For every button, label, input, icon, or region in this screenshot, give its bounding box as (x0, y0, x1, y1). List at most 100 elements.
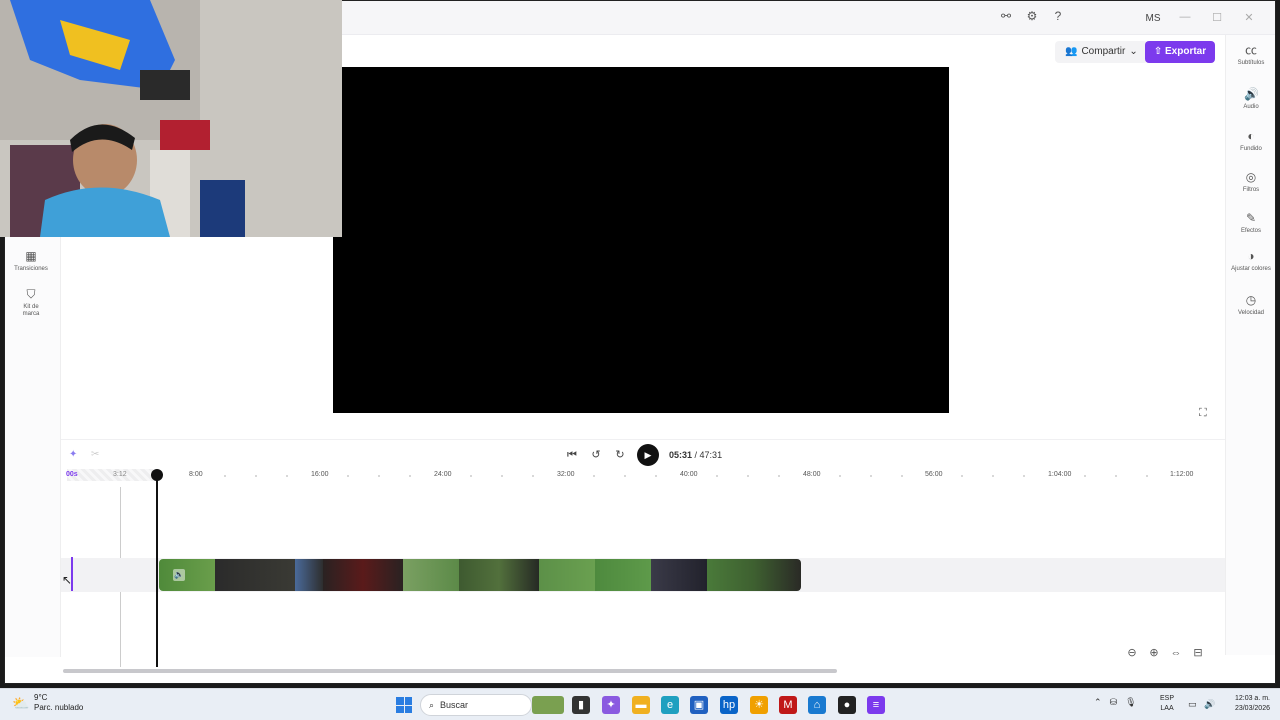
app-icon[interactable]: ☀ (750, 696, 768, 714)
edge-icon[interactable]: e (661, 696, 679, 714)
upload-icon: ⇧ (1153, 46, 1166, 57)
ruler-tick: 56:00 (925, 471, 943, 478)
clip-thumbnail (595, 559, 651, 591)
windows-taskbar: ⛅ 9°C Parc. nublado ⌕ Buscar ▮ ✦ ▬ e ▣ h… (0, 688, 1280, 720)
language-indicator[interactable]: ESP LAA (1160, 694, 1174, 714)
timeline-ruler[interactable]: 00s 3:12 8:00 16:00 24:00 32:00 40:00 48… (61, 467, 1225, 483)
maximize-icon[interactable]: ☐ (1201, 11, 1233, 24)
clip-thumbnail (707, 559, 801, 591)
fullscreen-icon[interactable]: ⛶ (1199, 407, 1211, 419)
fit-timeline-icon[interactable]: ⇔ (1169, 646, 1183, 660)
video-preview[interactable] (333, 67, 949, 413)
clip-thumbnail (215, 559, 295, 591)
share-link-icon[interactable]: ⚯ (999, 9, 1013, 23)
zoom-in-icon[interactable]: ⊕ (1147, 646, 1161, 660)
volume-icon[interactable]: 🔊 (1204, 699, 1215, 710)
share-button[interactable]: 👥 Compartir ⌄ (1055, 41, 1148, 63)
mouse-cursor-icon: ↖ (62, 573, 73, 587)
ruler-tick: 24:00 (434, 471, 452, 478)
clipchamp-icon[interactable]: ≡ (867, 696, 885, 714)
sidebar-item-brand-kit[interactable]: ⛉ Kit de marca (5, 287, 57, 318)
ruler-dot (778, 475, 780, 477)
ruler-dot (532, 475, 534, 477)
filters-icon: ◎ (1245, 170, 1257, 184)
ruler-tick: 00s (66, 471, 78, 478)
clip-audio-icon[interactable]: 🔈 (173, 569, 185, 581)
microphone-icon[interactable]: 🎙 (1125, 697, 1136, 708)
minimize-icon[interactable]: — (1169, 11, 1201, 24)
avatar[interactable]: MS (1141, 9, 1165, 29)
app-icon[interactable]: ⌂ (808, 696, 826, 714)
ruler-dot (1146, 475, 1148, 477)
clip-thumbnail (159, 559, 215, 591)
timeline-scrollbar[interactable] (63, 669, 837, 673)
ruler-dot (593, 475, 595, 477)
taskbar-search[interactable]: ⌕ Buscar (420, 694, 532, 716)
ruler-dot (224, 475, 226, 477)
hp-icon[interactable]: hp (720, 696, 738, 714)
split-icon[interactable]: ✂ (91, 449, 99, 460)
clip-thumbnail (295, 559, 323, 591)
ruler-dot (255, 475, 257, 477)
divider (61, 439, 1225, 440)
help-icon[interactable]: ? (1051, 9, 1065, 23)
ruler-tick: 1:12:00 (1170, 471, 1194, 478)
playhead[interactable] (156, 477, 158, 667)
file-explorer-icon[interactable]: ▬ (632, 696, 650, 714)
ruler-tick: 48:00 (803, 471, 821, 478)
ruler-tick: 40:00 (680, 471, 698, 478)
gear-icon[interactable]: ⚙ (1025, 9, 1039, 23)
sidebar-item-transitions[interactable]: ▦ Transiciones (5, 249, 57, 273)
clip-thumbnail (539, 559, 595, 591)
weather-temp: 9°C (34, 693, 48, 702)
zoom-out-icon[interactable]: ⊖ (1125, 646, 1139, 660)
speaker-icon: 🔊 (1244, 87, 1259, 101)
ruler-dot (655, 475, 657, 477)
ruler-dot (961, 475, 963, 477)
webcam-overlay (0, 0, 342, 237)
network-icon[interactable]: ⛁ (1110, 697, 1118, 708)
ruler-dot (624, 475, 626, 477)
magic-icon[interactable]: ✦ (69, 449, 77, 460)
right-item-speed[interactable]: ◷ Velocidad (1226, 293, 1275, 317)
search-icon: ⌕ (429, 699, 435, 710)
ruler-dot (901, 475, 903, 477)
time-display: 05:31 / 47:31 (669, 450, 723, 460)
right-item-effects[interactable]: ✎ Efectos (1226, 211, 1275, 235)
widget-thumbnail-icon[interactable] (532, 696, 564, 714)
clip-thumbnail (459, 559, 539, 591)
copilot-icon[interactable]: ✦ (602, 696, 620, 714)
playhead-handle[interactable] (151, 469, 163, 481)
right-item-captions[interactable]: ㏄ Subtítulos (1226, 43, 1275, 67)
right-item-color-adjust[interactable]: ◑ Ajustar colores (1226, 249, 1275, 273)
weather-widget[interactable]: ⛅ 9°C Parc. nublado (12, 693, 83, 713)
export-button[interactable]: ⇧ Exportar (1145, 41, 1215, 63)
ruler-tick: 8:00 (189, 471, 203, 478)
forward-5-icon[interactable]: ↻ (613, 448, 627, 462)
windows-logo-icon (396, 697, 404, 705)
people-icon: 👥 (1065, 46, 1078, 57)
display-icon[interactable]: ▭ (1188, 699, 1197, 710)
search-placeholder: Buscar (440, 700, 469, 710)
ruler-tick: 16:00 (311, 471, 329, 478)
ruler-dot (1023, 475, 1025, 477)
play-button[interactable]: ▶ (637, 444, 659, 466)
start-button[interactable] (396, 697, 412, 713)
right-item-filters[interactable]: ◎ Filtros (1226, 170, 1275, 194)
close-icon[interactable]: ✕ (1233, 11, 1265, 24)
right-item-fade[interactable]: ◐ Fundido (1226, 129, 1275, 153)
mcafee-icon[interactable]: M (779, 696, 797, 714)
skip-back-icon[interactable]: ⏮ (565, 448, 579, 462)
ruler-tick: 32:00 (557, 471, 575, 478)
app-icon[interactable]: ● (838, 696, 856, 714)
chevron-up-icon[interactable]: ⌃ (1094, 697, 1102, 708)
right-item-audio[interactable]: 🔊 Audio (1226, 87, 1275, 111)
video-clip[interactable] (159, 559, 801, 591)
brand-kit-icon: ⛉ (26, 287, 36, 301)
rewind-5-icon[interactable]: ↺ (589, 448, 603, 462)
expand-track-icon[interactable]: ⊟ (1191, 646, 1205, 660)
clock[interactable]: 12:03 a. m. 23/03/2026 (1222, 694, 1270, 714)
task-view-icon[interactable]: ▮ (572, 696, 590, 714)
right-properties-panel: ㏄ Subtítulos 🔊 Audio ◐ Fundido ◎ Filtros… (1225, 35, 1275, 655)
store-icon[interactable]: ▣ (690, 696, 708, 714)
